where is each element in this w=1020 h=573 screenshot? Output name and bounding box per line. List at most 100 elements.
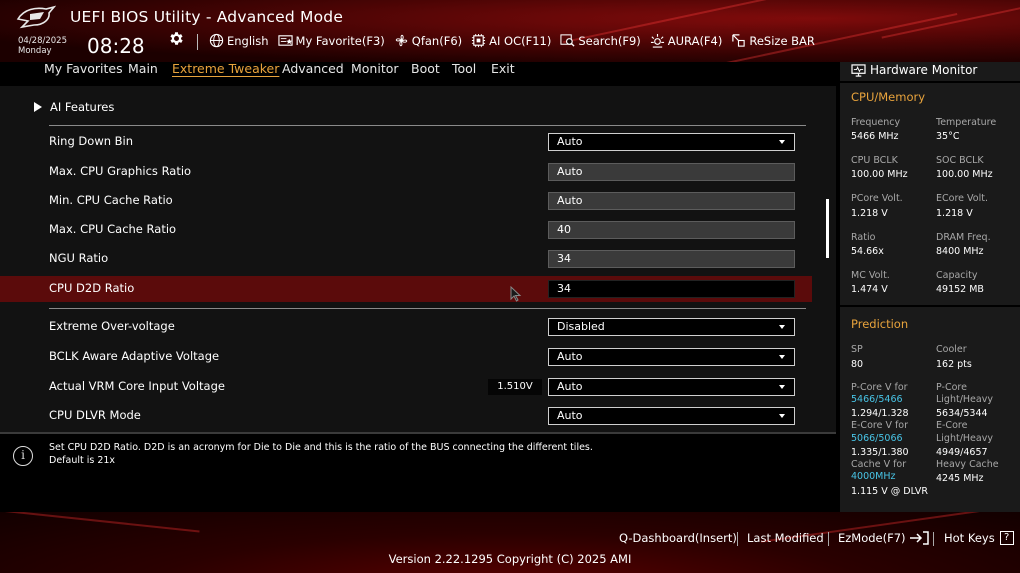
mc-volt-label: MC Volt.	[851, 270, 890, 281]
settings-panel: AI Features Ring Down Bin Auto Max. CPU …	[0, 86, 836, 432]
hw-separator	[840, 305, 1020, 307]
ecore-volt-value: 1.218 V	[936, 208, 973, 219]
ecore-lh-label-2: Light/Heavy	[936, 433, 993, 444]
tab-my-favorites[interactable]: My Favorites	[44, 62, 123, 76]
help-description: Set CPU D2D Ratio. D2D is an acronym for…	[49, 442, 593, 453]
prediction-heading: Prediction	[851, 317, 909, 331]
tab-exit[interactable]: Exit	[491, 62, 515, 76]
gear-icon[interactable]	[168, 30, 186, 48]
tab-extreme-tweaker[interactable]: Extreme Tweaker	[172, 62, 279, 76]
search-icon	[560, 34, 575, 47]
hot-keys-button[interactable]: Hot Keys ?	[944, 531, 1014, 545]
max-cpu-cache-ratio-field[interactable]: 40	[548, 221, 795, 239]
hw-separator	[840, 81, 1020, 83]
ecore-volt-label: ECore Volt.	[936, 193, 988, 204]
cpu-d2d-ratio-field[interactable]: 34	[548, 280, 795, 298]
setting-label: Max. CPU Graphics Ratio	[49, 164, 192, 178]
mc-volt-value: 1.474 V	[851, 284, 888, 295]
ratio-value: 54.66x	[851, 246, 884, 257]
clock[interactable]: 08:28	[87, 34, 145, 58]
setting-row-ring-down-bin[interactable]: Ring Down Bin Auto	[0, 129, 812, 155]
chevron-down-icon	[779, 140, 785, 144]
setting-label: Ring Down Bin	[49, 134, 134, 148]
toolbar-separator	[197, 34, 198, 50]
bclk-aware-adaptive-voltage-dropdown[interactable]: Auto	[548, 348, 795, 366]
aura-button[interactable]: AURA(F4)	[650, 33, 723, 48]
cache-v-freq: 4000MHz	[851, 471, 896, 482]
tab-monitor[interactable]: Monitor	[351, 62, 399, 76]
ai-oc-button[interactable]: AI OC(F11)	[471, 33, 551, 48]
ecore-v-label: E-Core V for	[851, 420, 909, 431]
tab-boot[interactable]: Boot	[411, 62, 440, 76]
setting-row-actual-vrm-core-input-voltage[interactable]: Actual VRM Core Input Voltage 1.510V Aut…	[0, 374, 812, 400]
tab-advanced[interactable]: Advanced	[282, 62, 344, 76]
temperature-value: 35°C	[936, 131, 960, 142]
qfan-button[interactable]: Qfan(F6)	[394, 33, 462, 48]
capacity-label: Capacity	[936, 270, 978, 281]
language-button[interactable]: English	[209, 33, 269, 48]
min-cpu-cache-ratio-field[interactable]: Auto	[548, 192, 795, 210]
ring-down-bin-dropdown[interactable]: Auto	[548, 133, 795, 151]
hardware-monitor-title: Hardware Monitor	[851, 63, 977, 77]
sp-value: 80	[851, 359, 864, 370]
max-cpu-graphics-ratio-field[interactable]: Auto	[548, 163, 795, 181]
ezmode-button[interactable]: EzMode(F7)	[838, 531, 929, 545]
ngu-ratio-field[interactable]: 34	[548, 250, 795, 268]
section-ai-features[interactable]: AI Features	[34, 100, 114, 114]
dropdown-value: Auto	[557, 350, 583, 363]
info-icon: i	[13, 446, 33, 466]
last-modified-button[interactable]: Last Modified	[747, 531, 824, 545]
help-text: Set CPU D2D Ratio. D2D is an acronym for…	[49, 442, 593, 467]
cache-v-label: Cache V for	[851, 459, 907, 470]
actual-vrm-core-input-voltage-dropdown[interactable]: Auto	[548, 378, 795, 396]
footer-separator	[737, 532, 738, 546]
dropdown-value: Auto	[557, 409, 583, 422]
setting-label: Max. CPU Cache Ratio	[49, 222, 177, 236]
setting-label: Min. CPU Cache Ratio	[49, 193, 173, 207]
expand-arrow-icon	[34, 102, 42, 112]
setting-row-max-cpu-graphics-ratio[interactable]: Max. CPU Graphics Ratio Auto	[0, 159, 812, 185]
my-favorite-button[interactable]: My Favorite(F3)	[277, 33, 385, 48]
setting-label: BCLK Aware Adaptive Voltage	[49, 349, 220, 363]
ai-oc-label: AI OC(F11)	[489, 33, 552, 48]
globe-icon	[209, 33, 224, 48]
dram-freq-label: DRAM Freq.	[936, 232, 991, 243]
setting-label: Extreme Over-voltage	[49, 319, 175, 333]
setting-row-cpu-d2d-ratio[interactable]: CPU D2D Ratio 34	[0, 276, 812, 302]
resize-bar-button[interactable]: ReSize BAR	[731, 33, 815, 48]
setting-row-min-cpu-cache-ratio[interactable]: Min. CPU Cache Ratio Auto	[0, 188, 812, 214]
extreme-over-voltage-dropdown[interactable]: Disabled	[548, 318, 795, 336]
qfan-label: Qfan(F6)	[411, 33, 463, 48]
title-bar: UEFI BIOS Utility - Advanced Mode 04/28/…	[0, 0, 1020, 62]
tab-tool[interactable]: Tool	[452, 62, 476, 76]
section-divider	[49, 125, 806, 126]
language-label: English	[227, 33, 269, 48]
footer-separator	[933, 532, 934, 546]
rog-logo-icon	[16, 5, 56, 29]
setting-row-bclk-aware-adaptive-voltage[interactable]: BCLK Aware Adaptive Voltage Auto	[0, 344, 812, 370]
tab-main[interactable]: Main	[128, 62, 158, 76]
cache-v-value: 1.115 V @ DLVR	[851, 486, 928, 497]
setting-label: CPU DLVR Mode	[49, 408, 141, 422]
fan-icon	[395, 34, 408, 47]
setting-row-cpu-dlvr-mode[interactable]: CPU DLVR Mode Auto	[0, 403, 812, 429]
hot-keys-label: Hot Keys	[944, 531, 995, 545]
setting-row-ngu-ratio[interactable]: NGU Ratio 34	[0, 246, 812, 272]
cpu-dlvr-mode-dropdown[interactable]: Auto	[548, 407, 795, 425]
scrollbar-thumb[interactable]	[826, 199, 829, 258]
pcore-v-value: 1.294/1.328	[851, 408, 909, 419]
chevron-down-icon	[779, 325, 785, 329]
aura-label: AURA(F4)	[667, 33, 723, 48]
cpu-bclk-label: CPU BCLK	[851, 155, 898, 166]
cpu-memory-heading: CPU/Memory	[851, 90, 926, 104]
heavy-cache-label: Heavy Cache	[936, 459, 999, 470]
ecore-v-freq: 5066/5066	[851, 433, 903, 444]
search-button[interactable]: Search(F9)	[560, 33, 641, 48]
mouse-cursor-icon	[510, 286, 522, 302]
search-label: Search(F9)	[578, 33, 641, 48]
q-dashboard-button[interactable]: Q-Dashboard(Insert)	[619, 531, 737, 545]
setting-row-max-cpu-cache-ratio[interactable]: Max. CPU Cache Ratio 40	[0, 217, 812, 243]
monitor-icon	[851, 63, 866, 77]
setting-row-extreme-over-voltage[interactable]: Extreme Over-voltage Disabled	[0, 314, 812, 340]
help-panel: i Set CPU D2D Ratio. D2D is an acronym f…	[0, 432, 836, 512]
